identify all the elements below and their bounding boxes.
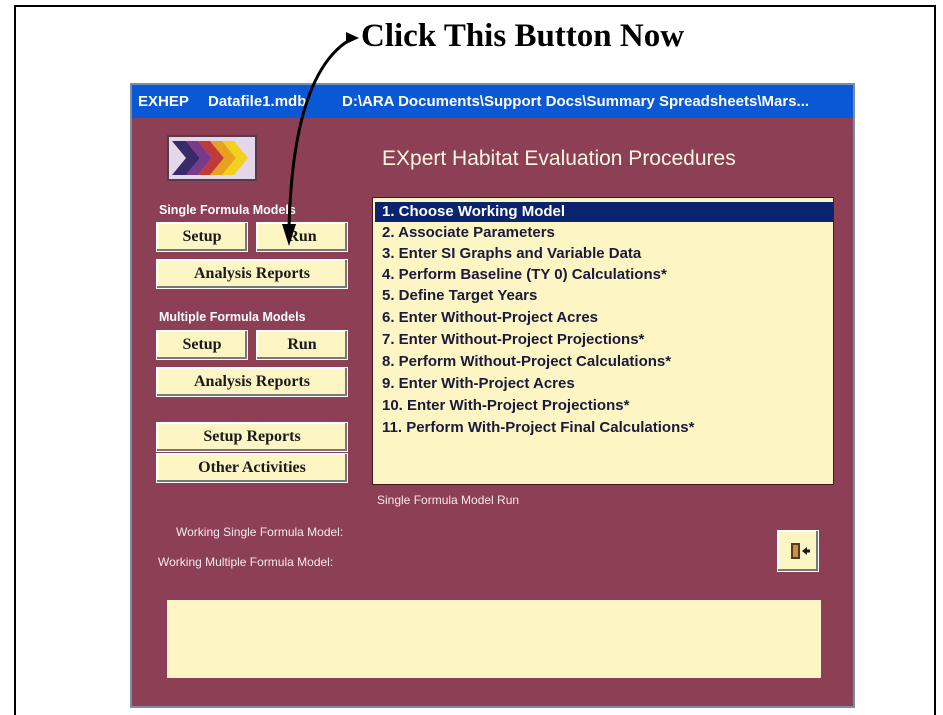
procedure-item[interactable]: 10. Enter With-Project Projections* <box>375 396 629 416</box>
multiple-run-button[interactable]: Run <box>256 330 348 360</box>
procedure-item[interactable]: 5. Define Target Years <box>375 286 537 306</box>
procedure-item[interactable]: 3. Enter SI Graphs and Variable Data <box>375 244 641 264</box>
procedure-item[interactable]: 4. Perform Baseline (TY 0) Calculations* <box>375 265 667 285</box>
multiple-analysis-reports-button[interactable]: Analysis Reports <box>156 367 348 397</box>
working-multiple-model-label: Working Multiple Formula Model: <box>158 555 334 569</box>
procedure-item[interactable]: 2. Associate Parameters <box>375 223 555 243</box>
working-single-model-label: Working Single Formula Model: <box>176 525 344 539</box>
procedure-item[interactable]: 9. Enter With-Project Acres <box>375 374 575 394</box>
procedure-item[interactable]: 8. Perform Without-Project Calculations* <box>375 352 671 372</box>
single-analysis-reports-button[interactable]: Analysis Reports <box>156 259 348 289</box>
single-run-button[interactable]: Run <box>256 222 348 252</box>
message-panel <box>167 600 821 678</box>
title-bar[interactable]: EXHEP Datafile1.mdb D:\ARA Documents\Sup… <box>132 85 853 118</box>
multiple-formula-label: Multiple Formula Models <box>159 310 306 324</box>
mode-status-label: Single Formula Model Run <box>377 493 520 507</box>
multiple-setup-button[interactable]: Setup <box>156 330 248 360</box>
app-window: EXHEP Datafile1.mdb D:\ARA Documents\Sup… <box>130 83 855 708</box>
procedure-item[interactable]: 7. Enter Without-Project Projections* <box>375 330 644 350</box>
procedure-item[interactable]: 6. Enter Without-Project Acres <box>375 308 598 328</box>
procedure-list[interactable]: 1. Choose Working Model 2. Associate Par… <box>372 197 834 485</box>
single-setup-button[interactable]: Setup <box>156 222 248 252</box>
callout-text: Click This Button Now <box>361 18 685 54</box>
title-app: EXHEP <box>138 93 189 110</box>
single-formula-label: Single Formula Models <box>159 203 296 217</box>
other-activities-button[interactable]: Other Activities <box>156 453 348 483</box>
title-path: D:\ARA Documents\Support Docs\Summary Sp… <box>342 93 810 110</box>
procedure-item[interactable]: 11. Perform With-Project Final Calculati… <box>375 418 694 438</box>
exit-button[interactable] <box>777 530 819 572</box>
title-file: Datafile1.mdb <box>208 93 307 110</box>
exit-door-icon <box>791 543 810 559</box>
app-title: EXpert Habitat Evaluation Procedures <box>382 147 736 170</box>
setup-reports-button[interactable]: Setup Reports <box>156 422 348 452</box>
chevrons-logo-icon <box>167 135 257 181</box>
procedure-item[interactable]: 1. Choose Working Model <box>375 202 833 222</box>
